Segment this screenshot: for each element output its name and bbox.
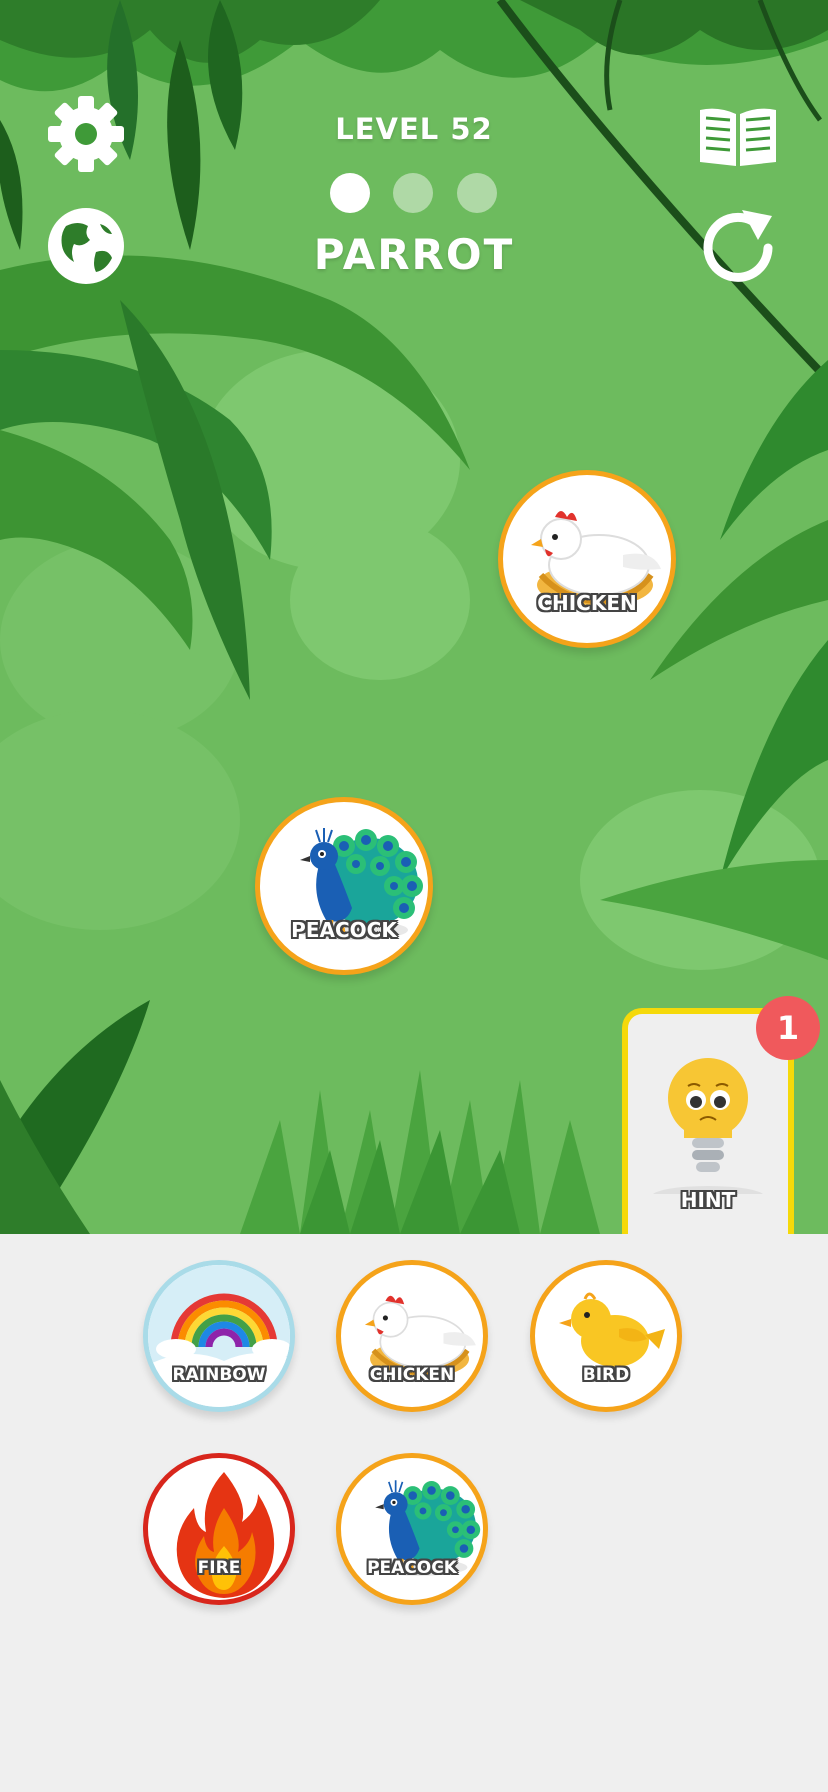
token-label: BIRD [582, 1365, 630, 1385]
peacock-icon [296, 828, 423, 940]
token-label: CHICKEN [369, 1365, 455, 1385]
progress-dot-empty [457, 173, 497, 213]
tray-token-fire[interactable]: FIRE [143, 1453, 295, 1605]
token-label: CHICKEN [537, 591, 637, 615]
token-label: RAINBOW [172, 1365, 266, 1385]
token-label: FIRE [197, 1558, 241, 1578]
bird-icon [559, 1292, 665, 1380]
tray-token-rainbow[interactable]: RAINBOW [143, 1260, 295, 1412]
game-board: LEVEL 52 PARROT CHICKEN PEACOCK HINT 1 [0, 0, 828, 1234]
peacock-icon [371, 1480, 481, 1576]
hint-label: HINT [680, 1188, 736, 1212]
rainbow-icon [148, 1265, 290, 1407]
board-token-chicken[interactable]: CHICKEN [498, 470, 676, 648]
progress-dot-empty [393, 173, 433, 213]
tray-token-peacock[interactable]: PEACOCK [336, 1453, 488, 1605]
hint-count-badge: 1 [756, 996, 820, 1060]
token-label: PEACOCK [291, 918, 397, 942]
tray-token-bird[interactable]: BIRD [530, 1260, 682, 1412]
chicken-icon [531, 511, 661, 607]
fire-icon [176, 1472, 275, 1598]
level-label: LEVEL 52 [335, 112, 493, 146]
progress-dot-filled [330, 173, 370, 213]
board-token-peacock[interactable]: PEACOCK [255, 797, 433, 975]
tray-token-chicken[interactable]: CHICKEN [336, 1260, 488, 1412]
target-word: PARROT [313, 230, 515, 279]
token-label: PEACOCK [367, 1558, 457, 1578]
chicken-icon [364, 1295, 476, 1378]
